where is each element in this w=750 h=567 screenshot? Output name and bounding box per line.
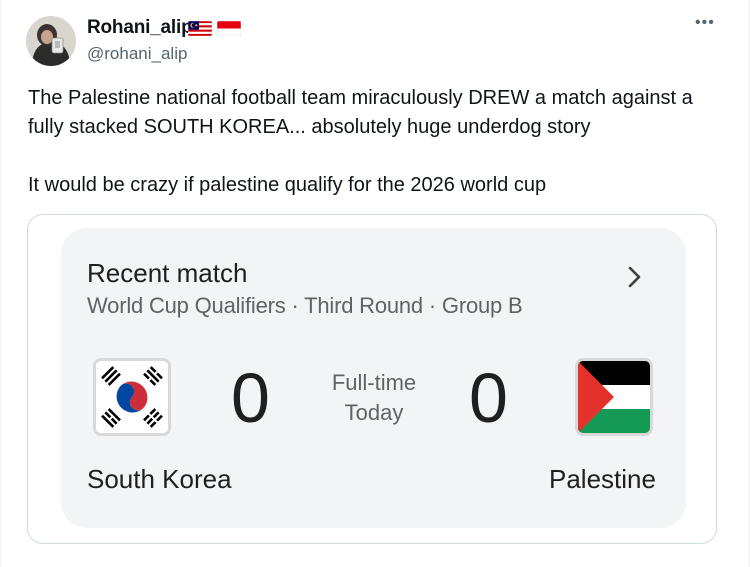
home-team-name[interactable]: South Korea — [87, 464, 232, 495]
match-card[interactable]: Recent match World Cup Qualifiers · Thir… — [61, 228, 686, 528]
tweet-text-line-1: The Palestine national football team mir… — [28, 87, 693, 138]
home-score: 0 — [231, 359, 270, 437]
flag-palestine-icon — [575, 358, 653, 436]
flag-indonesia-icon — [217, 21, 241, 36]
flag-south-korea-icon — [93, 358, 171, 436]
display-name[interactable]: Rohani_alip — [87, 17, 193, 39]
match-date: Today — [344, 400, 404, 425]
flag-malaysia-icon — [188, 21, 212, 36]
avatar[interactable] — [26, 16, 76, 66]
match-status-label: Full-time — [331, 370, 417, 395]
user-handle[interactable]: @rohani_alip — [87, 44, 187, 64]
match-card-title: Recent match — [87, 258, 248, 288]
tweet-text: The Palestine national football team mir… — [28, 84, 728, 200]
away-score: 0 — [469, 359, 508, 437]
avatar-image — [26, 16, 76, 66]
match-status: Full-time Today — [319, 368, 429, 428]
away-team-name[interactable]: Palestine — [549, 464, 656, 495]
match-card-media[interactable]: Recent match World Cup Qualifiers · Thir… — [27, 214, 717, 544]
flag-palestine-graphic — [578, 361, 650, 433]
tweet-text-line-2: It would be crazy if palestine qualify f… — [28, 174, 547, 196]
more-options-icon[interactable]: ••• — [695, 14, 715, 32]
chevron-right-icon[interactable] — [626, 264, 644, 290]
tweet: Rohani_alip @rohani_alip ••• The Palesti… — [0, 0, 750, 567]
flag-south-korea-graphic — [96, 361, 168, 433]
match-card-subtitle: World Cup Qualifiers · Third Round · Gro… — [87, 293, 523, 318]
